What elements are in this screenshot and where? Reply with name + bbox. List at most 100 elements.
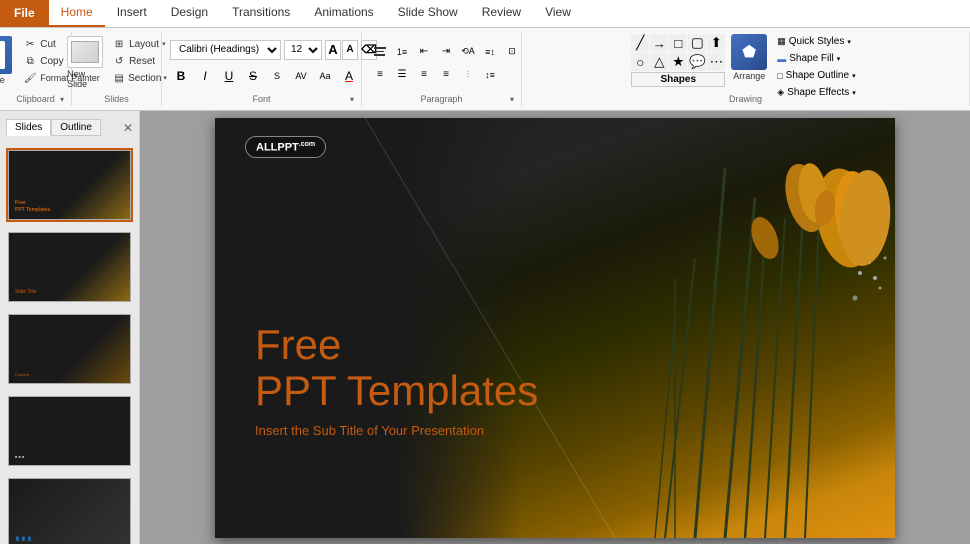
- shape-effects-button[interactable]: ◈ Shape Effects ▾: [773, 85, 860, 100]
- thumb5-content: 👤 👤 👤: [15, 536, 32, 541]
- section-button[interactable]: ▤ Section ▾: [109, 70, 170, 86]
- shape-line[interactable]: ╱: [631, 34, 649, 52]
- numbering-button[interactable]: 1≡: [392, 42, 412, 62]
- underline-button[interactable]: U: [218, 65, 240, 87]
- title-line2: PPT Templates: [255, 367, 538, 414]
- increase-indent-button[interactable]: ⇥: [436, 42, 456, 62]
- reset-button[interactable]: ↺ Reset: [109, 53, 170, 69]
- tab-review[interactable]: Review: [470, 0, 533, 27]
- outline-tab[interactable]: Outline: [51, 119, 101, 136]
- slide-mini-preview: [71, 41, 99, 63]
- shapes-area: ╱ → □ ▢ ⬆ ○ △ ★ 💬 ⋯ Shapes: [631, 34, 725, 101]
- tab-animations[interactable]: Animations: [302, 0, 385, 27]
- allppt-text: ALLPPT: [256, 141, 299, 153]
- slide-thumb-5[interactable]: 5 👤 👤 👤: [6, 476, 133, 544]
- line-spacing-button[interactable]: ↕≡: [480, 65, 500, 85]
- font-expand[interactable]: ▾: [347, 94, 357, 104]
- bold-button[interactable]: B: [170, 65, 192, 87]
- smartart-button[interactable]: ⊡: [502, 42, 522, 62]
- slide-thumb-1[interactable]: 1 FreePPT Templates: [6, 148, 133, 222]
- shapes-button[interactable]: Shapes: [631, 72, 725, 87]
- shape-rect[interactable]: □: [669, 34, 687, 52]
- quick-styles-label: Quick Styles: [789, 36, 845, 47]
- shape-star[interactable]: ★: [669, 53, 687, 71]
- shape-outline-button[interactable]: □ Shape Outline ▾: [773, 68, 860, 83]
- tab-home[interactable]: Home: [49, 0, 105, 27]
- font-size-select[interactable]: 12: [284, 40, 322, 60]
- section-label: Section: [128, 73, 161, 84]
- bullets-button[interactable]: [370, 42, 390, 62]
- text-direction-icon: ⟲A: [461, 46, 475, 57]
- shape-callout[interactable]: 💬: [688, 53, 706, 71]
- slides-tab[interactable]: Slides: [6, 119, 51, 136]
- strikethrough-button[interactable]: S: [242, 65, 264, 87]
- slides-group-label: Slides: [104, 94, 129, 104]
- tab-design[interactable]: Design: [159, 0, 220, 27]
- layout-button[interactable]: ⊞ Layout ▾: [109, 36, 170, 52]
- shapes-row1: ╱ → □ ▢ ⬆: [631, 34, 725, 52]
- shape-fill-icon: ▬: [777, 54, 786, 64]
- clipboard-expand[interactable]: ▾: [57, 94, 67, 104]
- shape-more[interactable]: ⋯: [707, 53, 725, 71]
- shape-fill-button[interactable]: ▬ Shape Fill ▾: [773, 51, 860, 66]
- align-right-icon: ≡: [421, 69, 427, 80]
- font-color-button[interactable]: A: [338, 65, 360, 87]
- justify-button[interactable]: ≡: [436, 65, 456, 85]
- new-slide-button[interactable]: New Slide: [63, 34, 107, 91]
- change-case-button[interactable]: Aa: [314, 65, 336, 87]
- ribbon-body: 📋 Paste ✂ Cut ⧉ Copy 🖌 Format Pa: [0, 28, 970, 110]
- slide-thumb-3[interactable]: 3 Content: [6, 312, 133, 386]
- quick-styles-button[interactable]: ▦ Quick Styles ▾: [773, 34, 860, 49]
- tab-transitions[interactable]: Transitions: [220, 0, 302, 27]
- slide-canvas[interactable]: ALLPPT.com Free PPT Templates Insert the…: [215, 118, 895, 538]
- tab-slideshow[interactable]: Slide Show: [386, 0, 470, 27]
- shape-outline-icon: □: [777, 71, 782, 81]
- drawing-content: ╱ → □ ▢ ⬆ ○ △ ★ 💬 ⋯ Shapes: [530, 34, 961, 126]
- canvas-area: ALLPPT.com Free PPT Templates Insert the…: [140, 111, 970, 544]
- scissors-icon: ✂: [23, 37, 37, 51]
- shape-oval[interactable]: ○: [631, 53, 649, 71]
- format-painter-icon: 🖌: [23, 71, 37, 85]
- new-slide-label: New Slide: [67, 69, 103, 89]
- slide-thumb-2[interactable]: 2 Slide Title: [6, 230, 133, 304]
- text-direction-button[interactable]: ⟲A: [458, 42, 478, 62]
- align-left-button[interactable]: ≡: [370, 65, 390, 85]
- paragraph-expand[interactable]: ▾: [507, 94, 517, 104]
- paste-button[interactable]: 📋 Paste: [0, 34, 18, 87]
- panel-header: Slides Outline ✕: [6, 119, 133, 136]
- increase-indent-icon: ⇥: [442, 46, 450, 57]
- decrease-indent-button[interactable]: ⇤: [414, 42, 434, 62]
- char-spacing-button[interactable]: AV: [290, 65, 312, 87]
- tab-insert[interactable]: Insert: [105, 0, 159, 27]
- arrange-icon[interactable]: ⬟: [731, 34, 767, 70]
- align-text-button[interactable]: ≡↕: [480, 42, 500, 62]
- tab-view[interactable]: View: [533, 0, 583, 27]
- align-center-button[interactable]: ☰: [392, 65, 412, 85]
- decrease-font-size[interactable]: A: [342, 40, 358, 60]
- thumb1-content: FreePPT Templates: [15, 200, 50, 213]
- layout-icon: ⊞: [112, 37, 126, 51]
- shape-up-arrow[interactable]: ⬆: [707, 34, 725, 52]
- drawing-group-label: Drawing: [729, 94, 762, 104]
- font-name-select[interactable]: Calibri (Headings): [170, 40, 281, 60]
- increase-font-size[interactable]: A: [325, 40, 341, 60]
- align-right-button[interactable]: ≡: [414, 65, 434, 85]
- columns-button[interactable]: ⫶: [458, 65, 478, 85]
- panel-tabs: Slides Outline: [6, 119, 101, 136]
- cut-label: Cut: [40, 39, 56, 50]
- shape-round-rect[interactable]: ▢: [688, 34, 706, 52]
- shape-fill-arrow: ▾: [837, 55, 841, 63]
- thumb2-content: Slide Title: [15, 289, 37, 295]
- shape-triangle[interactable]: △: [650, 53, 668, 71]
- italic-button[interactable]: I: [194, 65, 216, 87]
- slide-title-area[interactable]: Free PPT Templates Insert the Sub Title …: [255, 322, 538, 437]
- paragraph-group-label: Paragraph: [420, 94, 462, 104]
- font-group: Calibri (Headings) 12 A A ⌫ B I U S: [162, 32, 362, 106]
- shadow-button[interactable]: S: [266, 65, 288, 87]
- shape-arrow[interactable]: →: [650, 34, 668, 52]
- reset-icon: ↺: [112, 54, 126, 68]
- tab-file[interactable]: File: [0, 0, 49, 27]
- thumb1-title: FreePPT Templates: [15, 200, 50, 213]
- panel-close-button[interactable]: ✕: [123, 121, 133, 135]
- slide-thumb-4[interactable]: 4 ■ ■ ■: [6, 394, 133, 468]
